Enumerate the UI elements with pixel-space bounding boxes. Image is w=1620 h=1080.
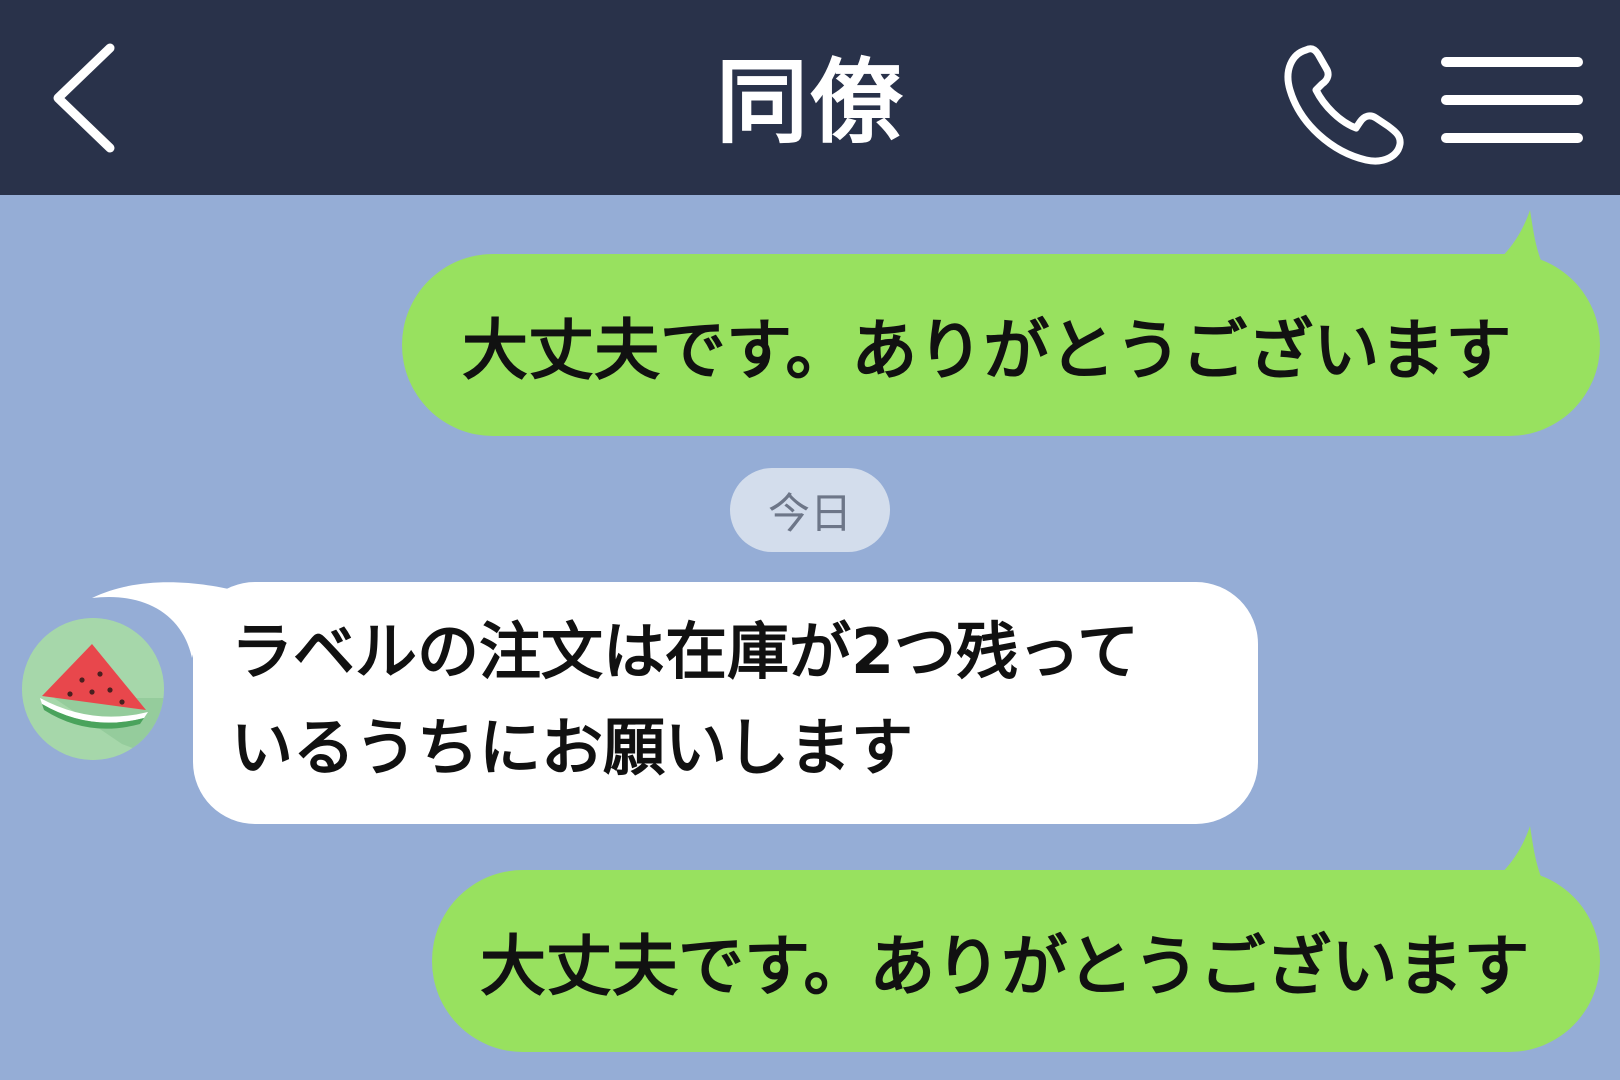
message-line: ラベルの注文は在庫が2つ残って (231, 615, 1140, 688)
message-text: 大丈夫です。ありがとうございます (462, 312, 1512, 389)
message-text: ラベルの注文は在庫が2つ残って いるうちにお願いします (231, 604, 1139, 796)
received-message-bubble[interactable]: ラベルの注文は在庫が2つ残って いるうちにお願いします (193, 582, 1258, 824)
chat-header: 同僚 (0, 0, 1620, 195)
sent-message-bubble[interactable]: 大丈夫です。ありがとうございます (402, 254, 1600, 436)
sent-message-bubble[interactable]: 大丈夫です。ありがとうございます (432, 870, 1600, 1052)
message-text: 大丈夫です。ありがとうございます (480, 928, 1530, 1005)
message-line: いるうちにお願いします (231, 711, 914, 784)
hamburger-menu-icon (1441, 57, 1583, 143)
menu-button[interactable] (1438, 50, 1586, 150)
call-button[interactable] (1280, 38, 1415, 168)
date-separator: 今日 (730, 468, 890, 552)
phone-icon (1284, 45, 1404, 165)
